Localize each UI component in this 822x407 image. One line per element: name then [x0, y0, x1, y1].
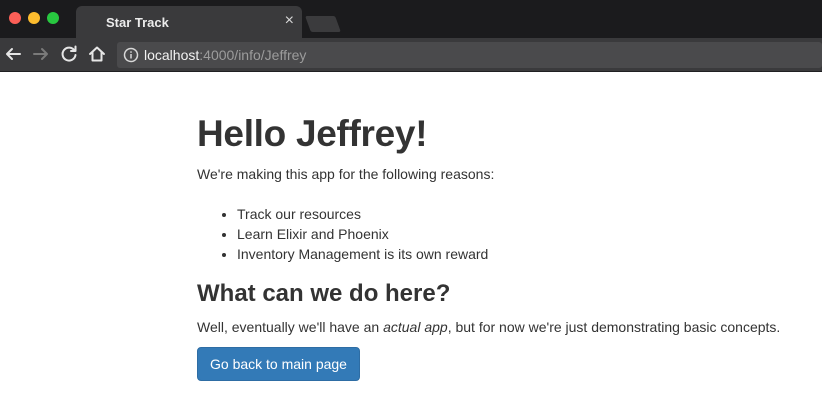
close-window-button[interactable]: [9, 12, 21, 24]
browser-tab[interactable]: Star Track ×: [76, 6, 302, 38]
back-arrow-icon[interactable]: [2, 43, 24, 65]
back-to-main-button[interactable]: Go back to main page: [197, 347, 360, 381]
section-heading: What can we do here?: [197, 280, 451, 307]
tab-title: Star Track: [106, 15, 169, 30]
page-heading: Hello Jeffrey!: [197, 113, 428, 154]
new-tab-button[interactable]: [305, 16, 341, 32]
reload-icon[interactable]: [58, 43, 80, 65]
description-end: , but for now we're just demonstrating b…: [447, 319, 781, 335]
zoom-window-button[interactable]: [47, 12, 59, 24]
intro-text: We're making this app for the following …: [197, 166, 495, 182]
browser-toolbar: localhost:4000/info/Jeffrey: [0, 38, 822, 72]
description-start: Well, eventually we'll have an: [197, 319, 384, 335]
tab-close-icon[interactable]: ×: [285, 12, 294, 30]
reasons-list: Track our resources Learn Elixir and Pho…: [197, 204, 817, 264]
list-item: Inventory Management is its own reward: [237, 244, 817, 264]
address-bar[interactable]: localhost:4000/info/Jeffrey: [117, 42, 822, 68]
list-item: Learn Elixir and Phoenix: [237, 224, 817, 244]
minimize-window-button[interactable]: [28, 12, 40, 24]
url-text[interactable]: localhost:4000/info/Jeffrey: [144, 47, 306, 63]
info-icon[interactable]: [123, 47, 139, 63]
description-text: Well, eventually we'll have an actual ap…: [197, 317, 817, 337]
url-path: :4000/info/Jeffrey: [199, 47, 307, 63]
description-emphasis: actual app: [383, 319, 448, 335]
list-item: Track our resources: [237, 204, 817, 224]
window-titlebar: Star Track ×: [0, 0, 822, 38]
page-content: Hello Jeffrey! We're making this app for…: [197, 72, 817, 381]
forward-arrow-icon[interactable]: [30, 43, 52, 65]
url-host: localhost: [144, 47, 200, 63]
home-icon[interactable]: [86, 43, 108, 65]
